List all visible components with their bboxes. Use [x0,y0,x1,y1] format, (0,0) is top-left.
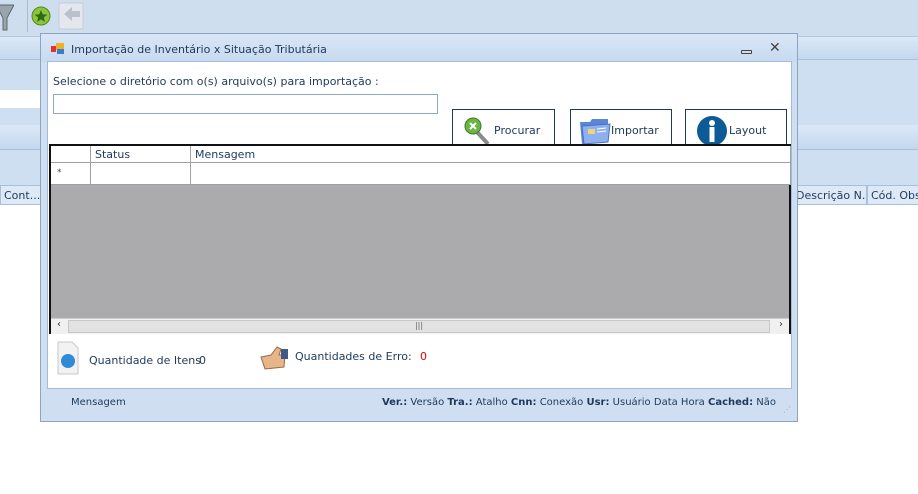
folder-icon [580,119,611,145]
cached-label: Cached: [708,397,754,408]
items-count-label: Quantidade de Itens [89,354,201,367]
errors-count-value: 0 [420,350,427,363]
status-message: Mensagem [71,397,126,408]
info-icon [697,116,727,146]
cached-value: Não [756,397,776,408]
procurar-label: Procurar [494,124,541,137]
status-info: Ver.: Versão Tra.: Atalho Cnn: Conexão U… [382,397,776,408]
column-header-status[interactable]: Status [91,146,191,163]
favorite-star-icon[interactable] [31,6,51,26]
import-dialog: Importação de Inventário x Situação Trib… [40,33,798,422]
usr-label: Usr: [586,397,610,408]
scroll-thumb[interactable]: ||| [68,320,770,333]
cnn-value: Conexão [539,397,584,408]
horizontal-scrollbar[interactable]: ‹ ||| › [51,318,789,334]
ver-label: Ver.: [381,397,408,408]
dialog-title: Importação de Inventário x Situação Trib… [71,43,327,56]
dialog-titlebar: Importação de Inventário x Situação Trib… [41,34,797,62]
resize-grip[interactable]: ⋰ [783,405,791,414]
app-icon [51,43,64,54]
back-arrow-icon[interactable] [58,2,86,30]
items-count-value: 0 [199,354,206,367]
ver-value: Versão [410,397,445,408]
tra-value: Atalho [475,397,508,408]
dialog-body: Selecione o diretório com o(s) arquivo(s… [47,61,792,389]
directory-label: Selecione o diretório com o(s) arquivo(s… [53,75,379,88]
cnn-label: Cnn: [510,397,537,408]
thumbs-up-icon [260,346,288,370]
grid-cell-mensagem[interactable] [191,163,791,185]
errors-count-label: Quantidades de Erro: [295,350,412,363]
bg-column-header[interactable]: Cont... [0,185,42,205]
grid-cell-status[interactable] [91,163,191,185]
layout-label: Layout [729,124,767,137]
bg-column-header[interactable]: Cód. Obse [867,185,918,205]
bg-column-header[interactable]: Descrição N... [792,185,867,205]
scroll-right-arrow[interactable]: › [773,319,789,334]
background-field [0,90,40,108]
tra-label: Tra.: [447,397,473,408]
datetime-value: Data Hora [653,397,705,408]
close-button[interactable]: ✕ [769,40,781,56]
status-bar: Mensagem Ver.: Versão Tra.: Atalho Cnn: … [47,389,792,416]
document-globe-icon [57,341,79,375]
importar-label: Importar [611,124,659,137]
minimize-button[interactable] [741,50,752,54]
main-toolbar [0,0,918,37]
new-row-marker: * [51,163,91,185]
filter-icon[interactable] [0,2,14,32]
import-grid[interactable]: Status Mensagem * ‹ ||| › [49,144,791,334]
grid-corner [51,146,91,163]
usr-value: Usuário [612,397,651,408]
search-icon [464,117,490,146]
directory-input[interactable] [53,94,438,114]
column-header-mensagem[interactable]: Mensagem [191,146,791,163]
scroll-left-arrow[interactable]: ‹ [51,319,67,334]
